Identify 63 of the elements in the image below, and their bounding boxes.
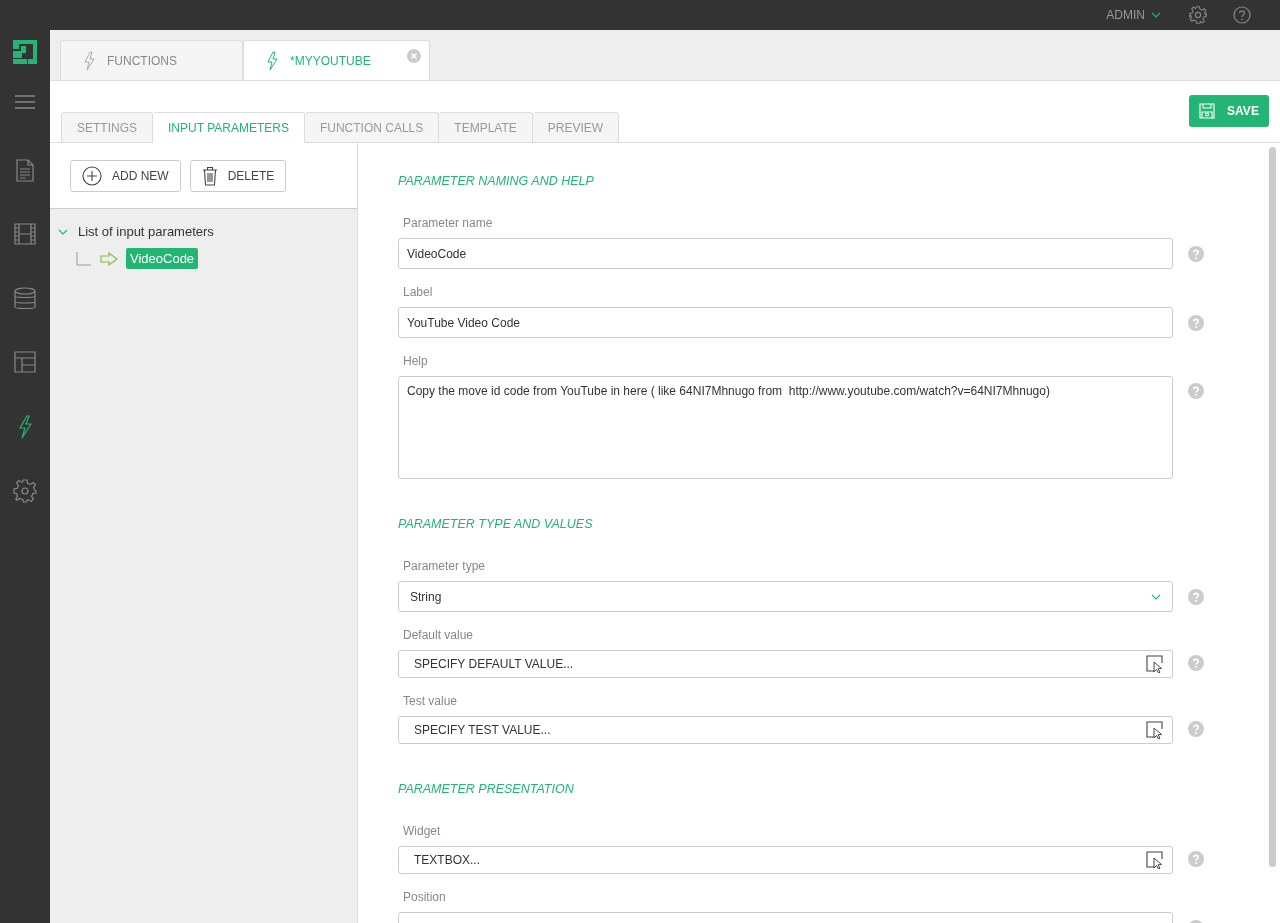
tab[interactable]: FUNCTION CALLS <box>304 112 440 142</box>
settings-icon[interactable] <box>1189 6 1207 24</box>
picker-field[interactable]: TEXTBOX... <box>398 846 1173 874</box>
section-title: PARAMETER NAMING AND HELP <box>398 173 595 189</box>
lightning-icon <box>266 50 278 71</box>
field-label: Widget <box>403 824 442 839</box>
input-field[interactable]: VideoCode <box>398 238 1173 269</box>
input-field[interactable]: YouTube Video Code <box>398 307 1173 338</box>
help-icon[interactable] <box>1188 315 1204 331</box>
scrollbar[interactable] <box>1269 147 1276 867</box>
lightning-icon <box>83 50 95 71</box>
field-label: Help <box>403 354 429 369</box>
close-icon[interactable] <box>407 49 421 63</box>
save-button[interactable]: SAVE <box>1189 95 1269 127</box>
settings-icon[interactable] <box>13 479 37 503</box>
film-icon[interactable] <box>14 223 36 245</box>
field-label: Parameter name <box>403 216 494 231</box>
database-icon[interactable] <box>14 287 36 311</box>
user-menu[interactable]: ADMIN <box>1106 8 1161 22</box>
help-icon[interactable] <box>1188 721 1204 737</box>
tab[interactable]: PREVIEW <box>532 112 620 142</box>
document-tab[interactable]: FUNCTIONS <box>60 40 243 80</box>
chevron-down-icon <box>1151 593 1161 600</box>
cursor-select-icon <box>1146 655 1164 673</box>
help-icon[interactable] <box>1233 6 1251 24</box>
logo-icon[interactable] <box>13 40 37 64</box>
help-icon[interactable] <box>1188 655 1204 671</box>
document-tab[interactable]: *MYYOUTUBE <box>243 40 430 80</box>
field-label: Label <box>403 285 434 300</box>
menu-icon[interactable] <box>15 95 35 109</box>
chevron-down-icon[interactable] <box>58 228 68 235</box>
chevron-down-icon <box>1151 12 1161 18</box>
tab[interactable]: TEMPLATE <box>439 112 533 142</box>
section-title: PARAMETER TYPE AND VALUES <box>398 516 594 532</box>
section-title: PARAMETER PRESENTATION <box>398 781 575 797</box>
add-new-button[interactable]: ADD NEW <box>70 159 181 192</box>
arrow-right-icon <box>100 251 118 266</box>
delete-button[interactable]: DELETE <box>189 159 287 192</box>
tree-label: List of input parameters <box>78 224 214 239</box>
help-text-area[interactable]: Copy the move id code from YouTube in here ( like 64NI7Mhnugo from http://www.youtube.com/watch?v=64NI7Mhnugo) <box>398 376 1173 479</box>
help-icon[interactable] <box>1188 246 1204 262</box>
cursor-select-icon <box>1146 851 1164 869</box>
dropdown[interactable]: String <box>398 581 1173 612</box>
picker-field[interactable]: SPECIFY TEST VALUE... <box>398 716 1173 744</box>
trash-icon <box>201 165 218 186</box>
picker-field[interactable]: SPECIFY DEFAULT VALUE... <box>398 650 1173 678</box>
field-label: Position <box>403 890 447 905</box>
help-icon[interactable] <box>1188 589 1204 605</box>
tree-connector-line <box>76 251 92 266</box>
tab[interactable]: INPUT PARAMETERS <box>153 112 305 143</box>
floppy-disk-icon <box>1199 103 1216 119</box>
tab[interactable]: SETTINGS <box>61 112 153 142</box>
lightning-icon[interactable] <box>18 415 32 439</box>
field-label: Test value <box>403 694 459 709</box>
layout-icon[interactable] <box>14 351 36 373</box>
help-icon[interactable] <box>1188 383 1204 399</box>
field-label: Parameter type <box>403 559 487 574</box>
tree-item[interactable]: VideoCode <box>126 248 199 269</box>
document-icon[interactable] <box>16 159 34 182</box>
plus-circle-icon <box>82 165 102 186</box>
field-label: Default value <box>403 628 475 643</box>
cursor-select-icon <box>1146 721 1164 739</box>
help-icon[interactable] <box>1188 851 1204 867</box>
